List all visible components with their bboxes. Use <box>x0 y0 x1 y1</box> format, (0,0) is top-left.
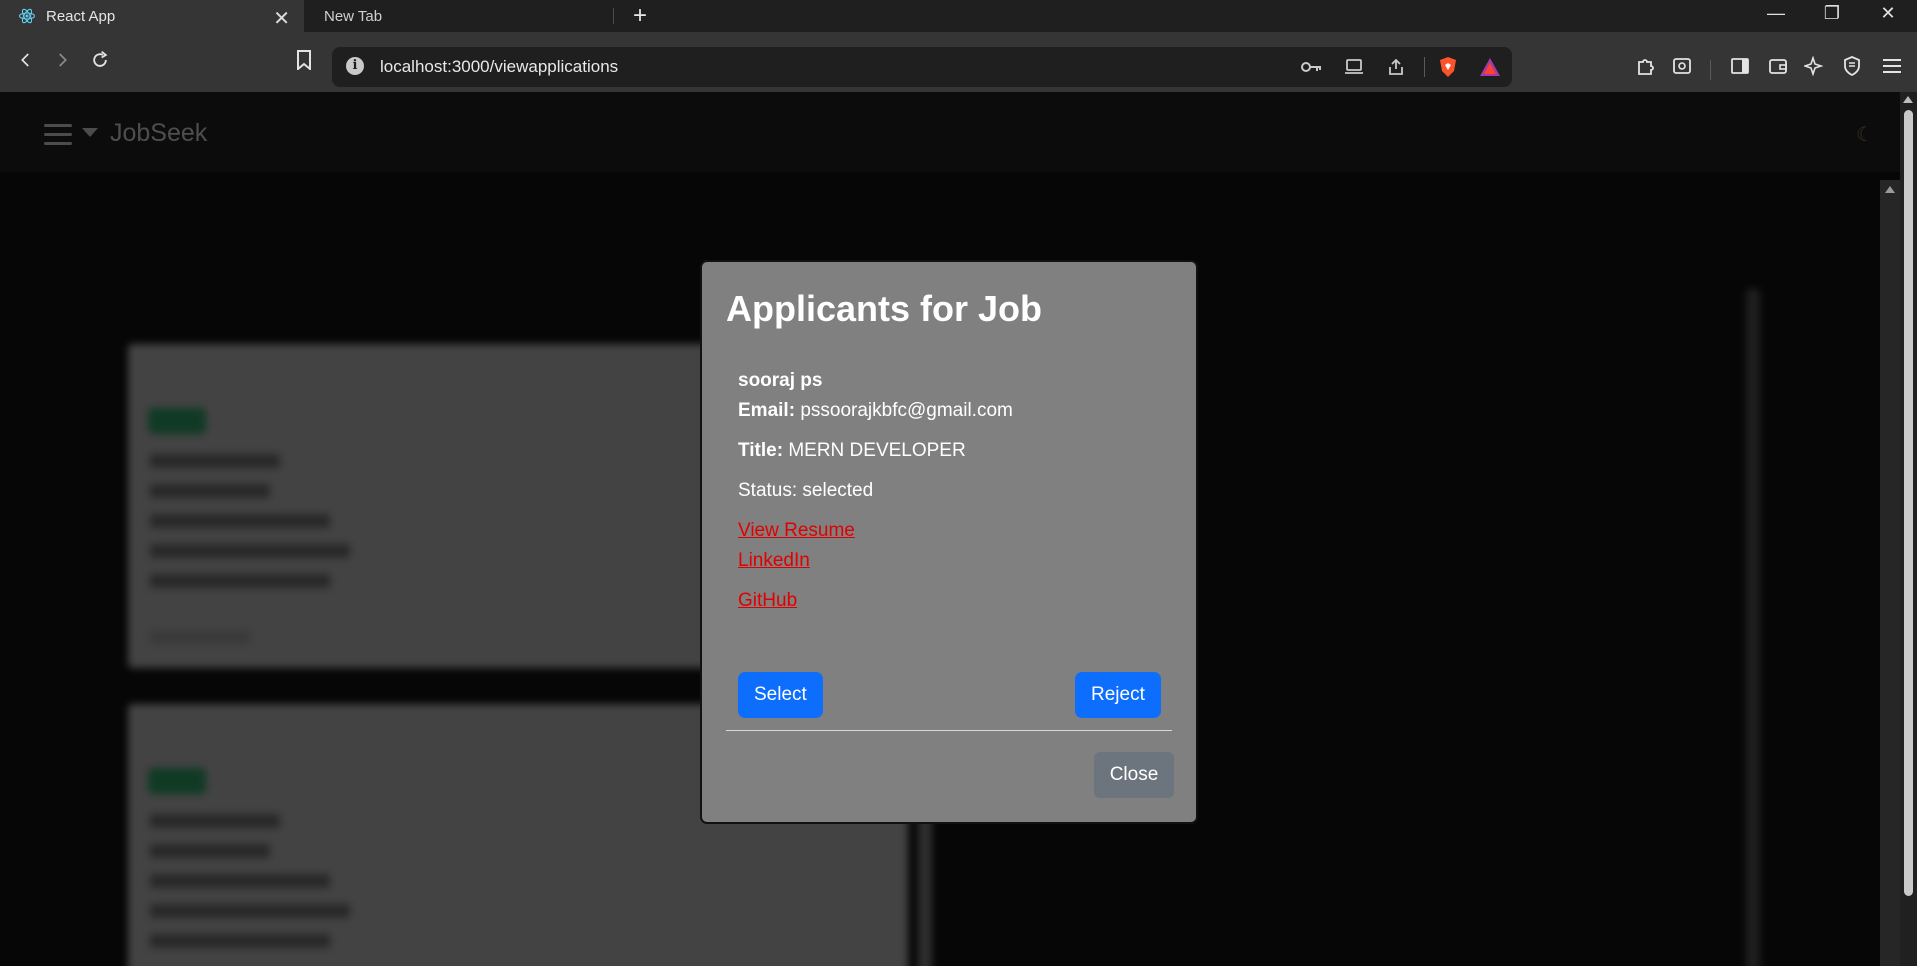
applicant-name: sooraj ps <box>738 370 823 391</box>
applicant-title: MERN DEVELOPER <box>788 440 966 461</box>
view-resume-link[interactable]: View Resume <box>738 520 855 541</box>
tab-react-app[interactable]: React App ✕ <box>0 0 304 32</box>
url-text[interactable]: localhost:3000/viewapplications <box>380 57 618 77</box>
vpn-icon[interactable] <box>1836 50 1868 82</box>
tab-title: React App <box>46 7 116 25</box>
browser-tabstrip: React App ✕ New Tab + — ❐ ✕ <box>0 0 1917 32</box>
applicant-status: Status: selected <box>738 480 874 501</box>
bookmark-icon[interactable] <box>288 44 320 76</box>
page-scrollbar[interactable] <box>1900 92 1917 966</box>
react-icon <box>18 7 36 25</box>
divider <box>1710 60 1711 80</box>
tab-title: New Tab <box>324 7 383 25</box>
reject-button[interactable]: Reject <box>1075 672 1161 718</box>
scrollbar-thumb[interactable] <box>1904 110 1913 896</box>
close-button[interactable]: Close <box>1094 752 1174 798</box>
sidebar-icon[interactable] <box>1724 50 1756 82</box>
applicants-modal: Applicants for Job sooraj ps Email: psso… <box>700 260 1198 824</box>
back-icon[interactable] <box>10 44 42 76</box>
screenshot-icon[interactable] <box>1666 50 1698 82</box>
scroll-up-icon[interactable] <box>1885 186 1895 193</box>
window-close-icon[interactable]: ✕ <box>1868 3 1908 24</box>
address-bar[interactable]: i localhost:3000/viewapplications <box>332 47 1512 87</box>
divider <box>1424 57 1425 77</box>
restore-icon[interactable]: ❐ <box>1812 3 1852 24</box>
brave-rewards-icon[interactable] <box>1478 55 1502 79</box>
applicant-email: pssoorajkbfc@gmail.com <box>800 400 1013 421</box>
extensions-icon[interactable] <box>1630 50 1662 82</box>
scroll-up-icon[interactable] <box>1903 96 1913 103</box>
new-tab-icon[interactable]: + <box>628 2 652 30</box>
applicant-details: sooraj ps Email: pssoorajkbfc@gmail.com … <box>738 366 1168 616</box>
site-info-icon[interactable]: i <box>346 57 364 75</box>
reload-icon[interactable] <box>84 44 116 76</box>
minimize-icon[interactable]: — <box>1756 3 1796 24</box>
key-icon[interactable] <box>1300 55 1324 79</box>
tab-new-tab[interactable]: New Tab <box>304 0 614 32</box>
inner-scrollbar[interactable] <box>1880 180 1900 966</box>
select-button[interactable]: Select <box>738 672 823 718</box>
linkedin-link[interactable]: LinkedIn <box>738 550 810 571</box>
menu-icon[interactable] <box>1876 50 1908 82</box>
brave-shields-icon[interactable] <box>1436 55 1460 79</box>
github-link[interactable]: GitHub <box>738 590 797 611</box>
share-icon[interactable] <box>1384 55 1408 79</box>
email-label: Email: <box>738 400 796 421</box>
cast-icon[interactable] <box>1342 55 1366 79</box>
modal-title: Applicants for Job <box>726 288 1043 329</box>
forward-icon[interactable] <box>46 44 78 76</box>
title-label: Title: <box>738 440 784 461</box>
wallet-icon[interactable] <box>1762 50 1794 82</box>
modal-footer-divider <box>726 730 1172 731</box>
close-tab-icon[interactable]: ✕ <box>273 6 290 31</box>
leo-ai-icon[interactable] <box>1798 50 1830 82</box>
